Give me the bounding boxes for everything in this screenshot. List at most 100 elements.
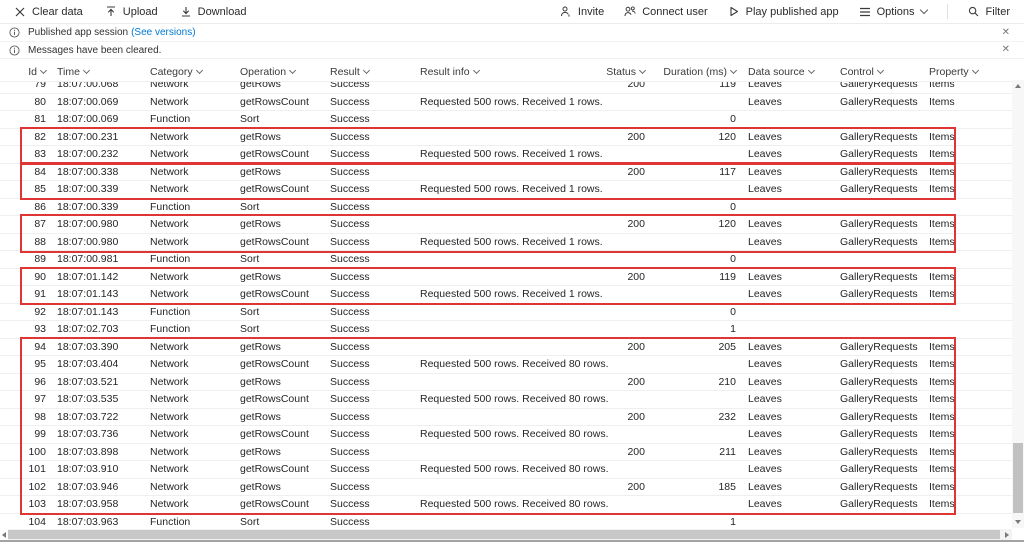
cell-operation: getRows <box>240 269 325 286</box>
event-grid: IdTimeCategoryOperationResultResult info… <box>0 63 1012 529</box>
see-versions-link[interactable]: (See versions) <box>131 27 195 38</box>
cell-property: Items <box>929 164 1007 181</box>
column-sort-chevron-icon <box>730 67 737 74</box>
invite-button[interactable]: Invite <box>560 6 604 18</box>
cell-result: Success <box>330 216 415 233</box>
banner-close-icon[interactable]: ✕ <box>1002 45 1010 55</box>
cell-status: 200 <box>586 479 645 496</box>
cell-control <box>840 111 926 128</box>
table-row[interactable]: 8518:07:00.339NetworkgetRowsCountSuccess… <box>0 181 1012 199</box>
table-row[interactable]: 9118:07:01.143NetworkgetRowsCountSuccess… <box>0 286 1012 304</box>
cell-result: Success <box>330 514 415 530</box>
download-button[interactable]: Download <box>180 6 247 18</box>
scroll-left-icon[interactable] <box>0 529 8 540</box>
column-header-property[interactable]: Property <box>929 63 1007 81</box>
table-row[interactable]: 9918:07:03.736NetworkgetRowsCountSuccess… <box>0 426 1012 444</box>
table-row[interactable]: 8018:07:00.069NetworkgetRowsCountSuccess… <box>0 94 1012 112</box>
table-row[interactable]: 8218:07:00.231NetworkgetRowsSuccess20012… <box>0 129 1012 147</box>
scroll-up-icon[interactable] <box>1012 80 1024 92</box>
download-icon <box>180 6 192 18</box>
cell-property: Items <box>929 426 1007 443</box>
cell-property: Items <box>929 461 1007 478</box>
table-row[interactable]: 9218:07:01.143FunctionSortSuccess0 <box>0 304 1012 322</box>
filter-button[interactable]: Filter <box>968 6 1010 18</box>
table-row[interactable]: 8418:07:00.338NetworkgetRowsSuccess20011… <box>0 164 1012 182</box>
column-header-category[interactable]: Category <box>150 63 235 81</box>
play-published-app-label: Play published app <box>746 6 839 18</box>
cell-status: 200 <box>586 374 645 391</box>
scroll-down-icon[interactable] <box>1012 516 1024 528</box>
column-header-duration_ms[interactable]: Duration (ms) <box>650 63 736 81</box>
cell-property <box>929 251 1007 268</box>
cell-operation: getRowsCount <box>240 426 325 443</box>
cell-control: GalleryRequests <box>840 426 926 443</box>
column-label: Id <box>28 66 37 78</box>
clear-data-button[interactable]: Clear data <box>14 6 83 18</box>
cell-operation: getRowsCount <box>240 496 325 513</box>
cell-result: Success <box>330 304 415 321</box>
column-header-data_source[interactable]: Data source <box>748 63 834 81</box>
table-row[interactable]: 10118:07:03.910NetworkgetRowsCountSucces… <box>0 461 1012 479</box>
column-header-result[interactable]: Result <box>330 63 415 81</box>
column-header-control[interactable]: Control <box>840 63 926 81</box>
column-header-id[interactable]: Id <box>14 63 46 81</box>
cell-duration_ms <box>650 426 736 443</box>
cell-property: Items <box>929 269 1007 286</box>
cell-control: GalleryRequests <box>840 234 926 251</box>
table-row[interactable]: 8818:07:00.980NetworkgetRowsCountSuccess… <box>0 234 1012 252</box>
connect-user-button[interactable]: Connect user <box>624 6 707 18</box>
cell-operation: getRowsCount <box>240 391 325 408</box>
cell-property: Items <box>929 94 1007 111</box>
upload-button[interactable]: Upload <box>105 6 158 18</box>
table-row[interactable]: 8718:07:00.980NetworkgetRowsSuccess20012… <box>0 216 1012 234</box>
cell-category: Function <box>150 514 235 530</box>
cell-time: 18:07:01.143 <box>57 304 145 321</box>
table-row[interactable]: 8918:07:00.981FunctionSortSuccess0 <box>0 251 1012 269</box>
horizontal-scrollbar[interactable] <box>0 529 1012 540</box>
cell-category: Network <box>150 496 235 513</box>
play-icon <box>728 6 740 18</box>
table-row[interactable]: 10218:07:03.946NetworkgetRowsSuccess2001… <box>0 479 1012 497</box>
cell-operation: getRows <box>240 339 325 356</box>
table-row[interactable]: 9618:07:03.521NetworkgetRowsSuccess20021… <box>0 374 1012 392</box>
horizontal-scrollbar-thumb[interactable] <box>8 530 1000 539</box>
table-row[interactable]: 8618:07:00.339FunctionSortSuccess0 <box>0 199 1012 217</box>
cell-data_source: Leaves <box>748 181 834 198</box>
table-row[interactable]: 9818:07:03.722NetworkgetRowsSuccess20023… <box>0 409 1012 427</box>
column-header-operation[interactable]: Operation <box>240 63 325 81</box>
scroll-right-icon[interactable] <box>1002 529 1012 540</box>
banner-close-icon[interactable]: ✕ <box>1002 28 1010 38</box>
cell-duration_ms <box>650 94 736 111</box>
table-row[interactable]: 9318:07:02.703FunctionSortSuccess1 <box>0 321 1012 339</box>
table-row[interactable]: 9718:07:03.535NetworkgetRowsCountSuccess… <box>0 391 1012 409</box>
cell-property: Items <box>929 181 1007 198</box>
cell-data_source: Leaves <box>748 461 834 478</box>
column-header-time[interactable]: Time <box>57 63 145 81</box>
cell-id: 86 <box>14 199 46 216</box>
vertical-scrollbar[interactable] <box>1012 80 1024 528</box>
options-button[interactable]: Options <box>859 6 927 18</box>
download-label: Download <box>198 6 247 18</box>
table-row[interactable]: 9018:07:01.142NetworkgetRowsSuccess20011… <box>0 269 1012 287</box>
table-row[interactable]: 7918:07:00.068NetworkgetRowsSuccess20011… <box>0 82 1012 94</box>
cell-id: 87 <box>14 216 46 233</box>
cell-control: GalleryRequests <box>840 286 926 303</box>
cell-status: 200 <box>586 444 645 461</box>
table-row[interactable]: 8118:07:00.069FunctionSortSuccess0 <box>0 111 1012 129</box>
table-row[interactable]: 10318:07:03.958NetworkgetRowsCountSucces… <box>0 496 1012 514</box>
cell-time: 18:07:03.535 <box>57 391 145 408</box>
play-published-app-button[interactable]: Play published app <box>728 6 839 18</box>
invite-person-icon <box>560 6 572 18</box>
table-row[interactable]: 9518:07:03.404NetworkgetRowsCountSuccess… <box>0 356 1012 374</box>
vertical-scrollbar-thumb[interactable] <box>1013 443 1023 513</box>
cell-category: Function <box>150 251 235 268</box>
table-row[interactable]: 9418:07:03.390NetworkgetRowsSuccess20020… <box>0 339 1012 357</box>
cell-result: Success <box>330 199 415 216</box>
table-row[interactable]: 10018:07:03.898NetworkgetRowsSuccess2002… <box>0 444 1012 462</box>
cell-result: Success <box>330 94 415 111</box>
table-row[interactable]: 10418:07:03.963FunctionSortSuccess1 <box>0 514 1012 530</box>
cell-category: Function <box>150 199 235 216</box>
table-row[interactable]: 8318:07:00.232NetworkgetRowsCountSuccess… <box>0 146 1012 164</box>
column-header-status[interactable]: Status <box>586 63 645 81</box>
cell-duration_ms: 120 <box>650 216 736 233</box>
